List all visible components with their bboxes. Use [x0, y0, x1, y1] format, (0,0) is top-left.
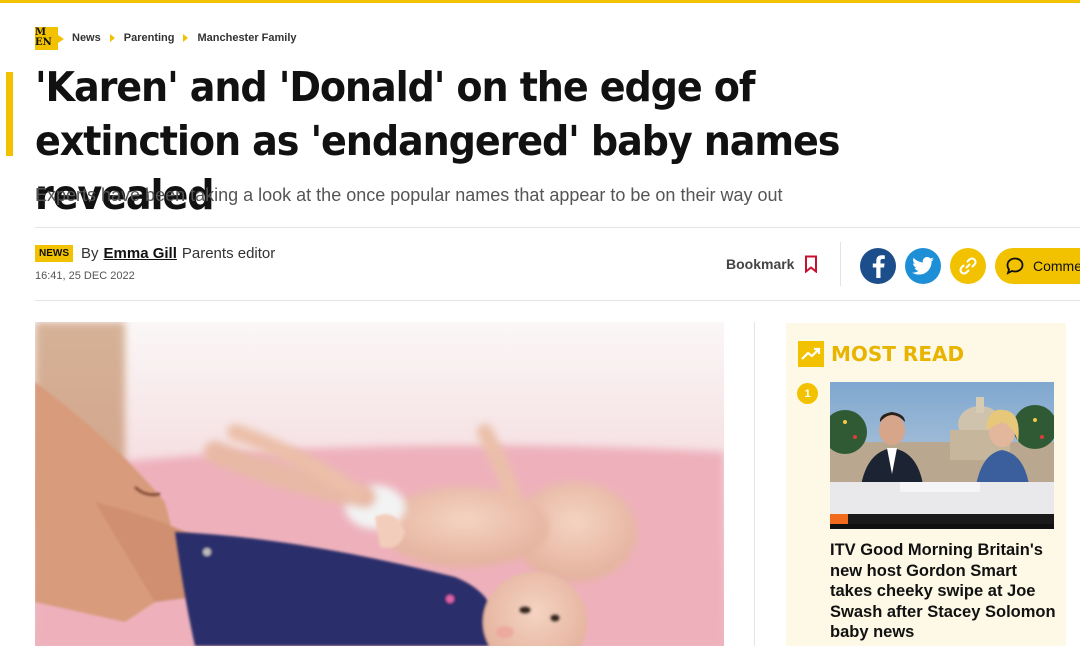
tv-studio-photo — [830, 382, 1054, 529]
breadcrumb: M EN News Parenting Manchester Family — [35, 26, 297, 50]
top-accent-bar — [0, 0, 1080, 3]
babies-photo — [35, 322, 724, 646]
comments-button[interactable]: Comments — [995, 248, 1080, 284]
comment-icon — [1006, 257, 1024, 275]
link-icon — [959, 257, 977, 275]
twitter-icon — [912, 257, 934, 275]
facebook-share-button[interactable] — [860, 248, 896, 284]
author-link[interactable]: Emma Gill — [104, 245, 177, 262]
article-standfirst: Experts have been taking a look at the o… — [35, 185, 783, 205]
news-badge: NEWS — [35, 245, 73, 262]
bookmark-button[interactable]: Bookmark — [726, 255, 818, 273]
headline-accent-bar — [6, 72, 13, 156]
publish-date: 16:41, 25 DEC 2022 — [35, 270, 135, 282]
copy-link-button[interactable] — [950, 248, 986, 284]
comments-label: Comments — [1033, 258, 1080, 274]
bookmark-icon — [805, 255, 818, 273]
twitter-share-button[interactable] — [905, 248, 941, 284]
byline: NEWS By Emma Gill Parents editor — [35, 245, 275, 262]
divider — [35, 300, 1080, 301]
most-read-heading: MOST READ — [798, 341, 964, 367]
most-read-title: MOST READ — [831, 342, 965, 366]
article-hero-image[interactable] — [35, 322, 724, 646]
facebook-icon — [872, 255, 885, 278]
bookmark-label: Bookmark — [726, 256, 795, 272]
most-read-panel: MOST READ 1 ITV Good Morning Britain's n… — [786, 323, 1066, 646]
rank-badge: 1 — [797, 383, 818, 404]
breadcrumb-parenting[interactable]: Parenting — [124, 32, 175, 44]
divider — [840, 242, 841, 286]
breadcrumb-manchester-family[interactable]: Manchester Family — [197, 32, 296, 44]
author-role: Parents editor — [181, 245, 276, 262]
chevron-right-icon — [183, 34, 189, 42]
column-divider — [754, 322, 755, 646]
breadcrumb-news[interactable]: News — [72, 32, 101, 44]
byline-by: By — [81, 245, 99, 262]
most-read-headline-link[interactable]: ITV Good Morning Britain's new host Gord… — [830, 540, 1060, 643]
most-read-thumbnail[interactable] — [830, 382, 1054, 529]
chevron-right-icon — [109, 34, 115, 42]
site-logo[interactable]: M EN — [35, 26, 64, 50]
divider — [35, 227, 1080, 228]
trending-icon — [798, 341, 824, 367]
